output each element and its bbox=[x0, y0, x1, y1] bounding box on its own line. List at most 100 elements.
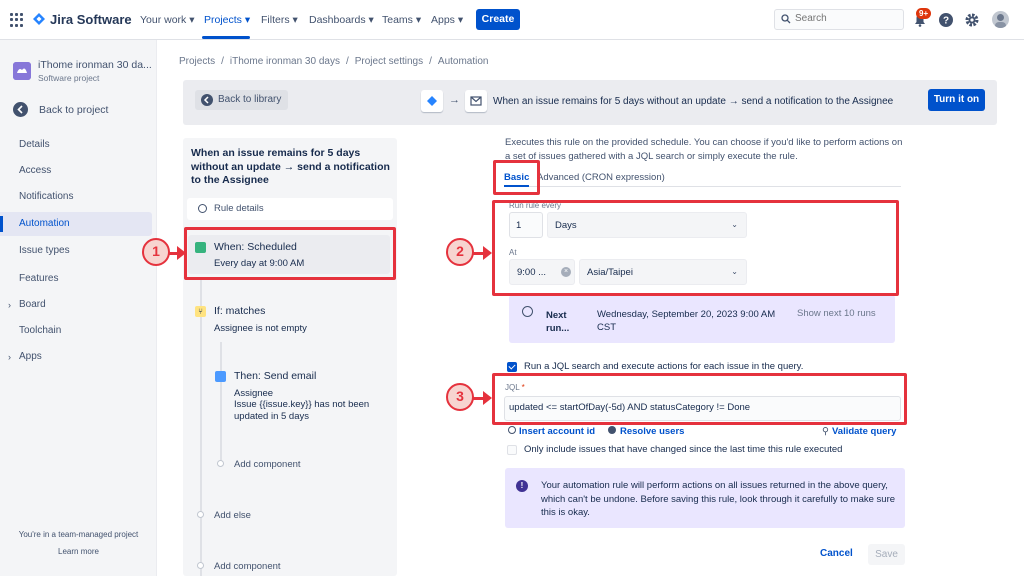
insert-account-id-link[interactable]: Insert account id bbox=[508, 426, 595, 437]
annotation-arrowhead bbox=[483, 246, 492, 260]
annotation-arrowhead bbox=[483, 391, 492, 405]
highlight-box-trigger bbox=[184, 227, 396, 280]
notification-count-badge: 9+ bbox=[916, 8, 932, 19]
expand-chevron-icon: › bbox=[8, 300, 11, 310]
expand-chevron-icon: › bbox=[8, 352, 11, 362]
search-input[interactable] bbox=[795, 13, 899, 24]
add-point-dot bbox=[197, 562, 204, 569]
email-action-icon bbox=[465, 90, 487, 112]
turn-it-on-button[interactable]: Turn it on bbox=[928, 89, 985, 111]
breadcrumb: Projects / iThome ironman 30 days / Project … bbox=[179, 56, 489, 67]
back-to-library-button[interactable]: Back to library bbox=[195, 90, 288, 110]
action-title[interactable]: Then: Send email bbox=[234, 370, 316, 382]
user-avatar[interactable] bbox=[992, 11, 1009, 28]
back-to-project-label: Back to project bbox=[39, 104, 109, 116]
sidebar-item-automation[interactable]: Automation bbox=[0, 212, 152, 236]
create-button[interactable]: Create bbox=[476, 9, 520, 30]
breadcrumb-projects[interactable]: Projects bbox=[179, 56, 215, 67]
resolve-users-link[interactable]: Resolve users bbox=[608, 426, 684, 437]
jql-search-label: Run a JQL search and execute actions for… bbox=[524, 361, 804, 372]
add-point-dot bbox=[217, 460, 224, 467]
sidebar-item-access[interactable]: Access bbox=[0, 159, 152, 183]
search-icon bbox=[781, 14, 791, 24]
only-changed-label: Only include issues that have changed si… bbox=[524, 444, 843, 455]
nav-dashboards[interactable]: Dashboards ▾ bbox=[309, 14, 374, 26]
condition-branch-line bbox=[220, 342, 222, 462]
back-to-project-link[interactable]: Back to project bbox=[13, 102, 153, 118]
breadcrumb-project-settings[interactable]: Project settings bbox=[355, 56, 423, 67]
breadcrumb-project[interactable]: iThome ironman 30 days bbox=[230, 56, 340, 67]
sidebar-item-apps[interactable]: › Apps bbox=[0, 345, 152, 369]
next-run-label: Next run... bbox=[546, 310, 570, 334]
step-3-marker: 3 bbox=[446, 383, 474, 411]
app-switcher-icon[interactable] bbox=[10, 13, 24, 27]
nav-filters[interactable]: Filters ▾ bbox=[261, 14, 298, 26]
search-icon: ⚲ bbox=[822, 426, 829, 437]
branch-condition-icon: ⑂ bbox=[195, 306, 206, 317]
back-arrow-icon bbox=[201, 94, 213, 106]
warning-info-icon: ! bbox=[516, 480, 528, 492]
settings-gear-icon[interactable] bbox=[964, 12, 980, 28]
action-subject: Issue {{issue.key}} has not been updated… bbox=[234, 399, 370, 422]
rule-timeline bbox=[200, 280, 202, 576]
breadcrumb-automation[interactable]: Automation bbox=[438, 56, 489, 67]
condition-subtitle: Assignee is not empty bbox=[214, 323, 307, 334]
show-next-runs-link[interactable]: Show next 10 runs bbox=[797, 308, 876, 319]
search-field[interactable] bbox=[774, 9, 904, 30]
active-nav-indicator bbox=[202, 36, 250, 39]
nav-your-work[interactable]: Your work ▾ bbox=[140, 14, 195, 26]
schedule-description: Executes this rule on the provided sched… bbox=[505, 137, 903, 162]
step-1-marker: 1 bbox=[142, 238, 170, 266]
trigger-preview-icon bbox=[421, 90, 443, 112]
sidebar-item-notifications[interactable]: Notifications bbox=[0, 185, 152, 209]
back-arrow-icon bbox=[13, 102, 28, 117]
project-avatar-icon bbox=[13, 62, 31, 80]
email-icon bbox=[215, 371, 226, 382]
rule-details-item[interactable]: Rule details bbox=[187, 198, 393, 220]
nav-apps[interactable]: Apps ▾ bbox=[431, 14, 463, 26]
condition-title[interactable]: If: matches bbox=[214, 305, 265, 317]
product-name[interactable]: Jira Software bbox=[50, 12, 132, 27]
clock-icon bbox=[522, 306, 533, 317]
annotation-arrowhead bbox=[177, 246, 186, 260]
sidebar-item-toolchain[interactable]: Toolchain bbox=[0, 319, 152, 343]
highlight-box-basic-tab bbox=[493, 160, 540, 195]
project-type: Software project bbox=[38, 73, 100, 83]
sidebar-item-issue-types[interactable]: Issue types bbox=[0, 239, 152, 263]
add-point-dot bbox=[197, 511, 204, 518]
validate-query-link[interactable]: ⚲ Validate query bbox=[822, 426, 896, 437]
help-icon[interactable]: ? bbox=[938, 12, 954, 28]
add-component-inner[interactable]: Add component bbox=[234, 459, 301, 470]
back-to-library-label: Back to library bbox=[218, 94, 282, 105]
step-2-marker: 2 bbox=[446, 238, 474, 266]
highlight-box-schedule bbox=[492, 200, 899, 296]
only-changed-checkbox[interactable] bbox=[507, 445, 517, 455]
cancel-button[interactable]: Cancel bbox=[820, 548, 853, 559]
sidebar-item-features[interactable]: Features bbox=[0, 267, 152, 291]
team-managed-note: You're in a team-managed project bbox=[18, 530, 139, 539]
nav-teams[interactable]: Teams ▾ bbox=[382, 14, 421, 26]
user-icon bbox=[508, 426, 516, 434]
tab-advanced-cron[interactable]: Advanced (CRON expression) bbox=[537, 172, 665, 183]
warning-text: Your automation rule will perform action… bbox=[541, 480, 896, 518]
learn-more-link[interactable]: Learn more bbox=[0, 547, 157, 556]
highlight-box-jql bbox=[492, 373, 907, 425]
sidebar-item-board[interactable]: › Board bbox=[0, 293, 152, 317]
nav-projects[interactable]: Projects ▾ bbox=[204, 14, 250, 26]
arrow-right-icon: → bbox=[449, 94, 460, 106]
project-name[interactable]: iThome ironman 30 da... bbox=[38, 59, 152, 71]
next-run-value: Wednesday, September 20, 2023 9:00 AM CS… bbox=[597, 309, 776, 333]
jira-logo-icon[interactable] bbox=[32, 12, 46, 26]
jql-search-checkbox[interactable] bbox=[507, 362, 517, 372]
rule-details-label: Rule details bbox=[214, 203, 264, 214]
svg-text:?: ? bbox=[943, 16, 949, 27]
rule-summary: When an issue remains for 5 days without… bbox=[493, 96, 894, 107]
add-component-outer[interactable]: Add component bbox=[214, 561, 281, 572]
rule-title: When an issue remains for 5 days without… bbox=[191, 147, 390, 186]
save-button[interactable]: Save bbox=[868, 544, 905, 565]
info-icon bbox=[198, 204, 207, 213]
action-recipient: Assignee bbox=[234, 388, 274, 399]
sidebar-item-details[interactable]: Details bbox=[0, 133, 152, 157]
add-else[interactable]: Add else bbox=[214, 510, 251, 521]
users-icon bbox=[608, 426, 616, 434]
